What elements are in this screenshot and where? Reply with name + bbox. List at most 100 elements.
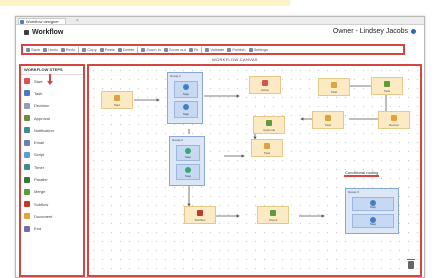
- node-icon: [384, 81, 390, 87]
- node-group-1[interactable]: Group 1 Step Step: [167, 72, 203, 124]
- script-icon: [24, 151, 30, 158]
- step-icon: [185, 167, 191, 173]
- palette-item-document[interactable]: Document: [21, 210, 83, 222]
- toolbar-label: Zoom in: [146, 47, 161, 52]
- delete-icon: [117, 47, 122, 52]
- app-header: Workflow Owner - Lindsey Jacobs: [16, 25, 424, 41]
- toolbar-label: Validate: [210, 47, 225, 52]
- node-icon: [325, 115, 331, 121]
- toolbar-label: Redo: [65, 47, 76, 52]
- group-step[interactable]: Step: [176, 164, 200, 180]
- node-label: Review: [389, 123, 399, 127]
- step-palette: WORKFLOW STEPS Start Task Decision Approval…: [19, 64, 85, 277]
- node-subflow[interactable]: Subflow: [184, 206, 216, 224]
- tab-workflow-designer[interactable]: Workflow designer: [18, 18, 66, 24]
- node-start[interactable]: Start: [101, 91, 133, 109]
- menu-icon[interactable]: [24, 30, 29, 35]
- palette-item-email[interactable]: Email: [21, 136, 83, 148]
- node-group-3[interactable]: Group 3 Step Step: [345, 188, 399, 234]
- toolbar-separator: [78, 46, 80, 53]
- toolbar-button-paste[interactable]: Paste: [99, 47, 115, 52]
- palette-item-notification[interactable]: Notification: [21, 124, 83, 136]
- palette-item-script[interactable]: Script: [21, 149, 83, 161]
- start-icon: [24, 78, 30, 85]
- gear-icon: [248, 47, 253, 52]
- toolbar-label: Zoom out: [168, 47, 186, 52]
- palette-item-label: End: [34, 226, 42, 232]
- palette-item-task[interactable]: Task: [21, 87, 83, 99]
- toolbar-button-validate[interactable]: Validate: [205, 47, 224, 52]
- palette-item-subflow[interactable]: Subflow: [21, 198, 83, 210]
- palette-title: WORKFLOW STEPS: [21, 66, 83, 75]
- palette-item-end[interactable]: End: [21, 223, 83, 235]
- toolbar-button-publish[interactable]: Publish: [227, 47, 246, 52]
- node-task-b[interactable]: Task: [371, 77, 403, 95]
- toolbar-button-copy[interactable]: Copy: [82, 47, 97, 52]
- palette-item-label: Approval: [34, 115, 50, 121]
- toolbar-button-zoom-in[interactable]: Zoom in: [141, 47, 161, 52]
- toolbar-button-delete[interactable]: Delete: [117, 47, 134, 52]
- group-step[interactable]: Step: [174, 81, 198, 98]
- paste-icon: [99, 47, 104, 52]
- palette-item-label: Notification: [34, 127, 54, 133]
- copy-icon: [82, 47, 87, 52]
- step-label: Step: [184, 174, 192, 178]
- palette-item-label: Task: [34, 90, 43, 96]
- palette-item-label: Parallel: [34, 177, 48, 183]
- step-label: Step: [182, 112, 190, 116]
- group-title: Group 3: [348, 190, 359, 194]
- step-label: Step: [369, 222, 377, 226]
- step-icon: [183, 104, 189, 110]
- email-icon: [24, 139, 30, 146]
- toolbar-label: Settings: [253, 47, 268, 52]
- node-task-d[interactable]: Task: [251, 139, 283, 157]
- toolbar-label: Save: [31, 47, 41, 52]
- fit-icon: [188, 47, 193, 52]
- node-label: Task: [324, 123, 332, 127]
- app-window: Workflow designer × Workflow Owner - Lin…: [15, 16, 425, 278]
- group-step[interactable]: Step: [176, 145, 200, 161]
- group-step[interactable]: Step: [352, 197, 394, 211]
- decision-icon: [24, 102, 30, 109]
- node-red-action[interactable]: Action: [249, 76, 281, 94]
- palette-item-timer[interactable]: Timer: [21, 161, 83, 173]
- trash-icon[interactable]: [407, 259, 415, 269]
- notification-icon: [24, 127, 30, 134]
- palette-item-decision[interactable]: Decision: [21, 100, 83, 112]
- zoom-in-icon: [141, 47, 146, 52]
- palette-item-merge[interactable]: Merge: [21, 186, 83, 198]
- parallel-icon: [24, 176, 30, 183]
- redo-icon: [60, 47, 65, 52]
- node-task-a[interactable]: Task: [318, 78, 350, 96]
- node-icon: [266, 120, 272, 126]
- node-group-2[interactable]: Group 2 Step Step: [169, 136, 205, 186]
- node-task-c[interactable]: Task: [312, 111, 344, 129]
- node-check[interactable]: Check: [257, 206, 289, 224]
- user-menu[interactable]: Owner - Lindsey Jacobs: [333, 28, 416, 35]
- node-icon: [262, 80, 268, 86]
- palette-item-approval[interactable]: Approval: [21, 112, 83, 124]
- node-review[interactable]: Review: [378, 111, 410, 129]
- close-icon[interactable]: ×: [76, 18, 79, 24]
- toolbar-button-undo[interactable]: Undo: [43, 47, 58, 52]
- toolbar-button-redo[interactable]: Redo: [60, 47, 76, 52]
- drag-arrow-icon: [47, 74, 53, 85]
- annotation-label: Conditional routing: [344, 170, 380, 177]
- palette-item-parallel[interactable]: Parallel: [21, 173, 83, 185]
- workflow-canvas[interactable]: Start Action Task Task Approval Task Review Tas…: [87, 64, 422, 277]
- merge-icon: [24, 188, 30, 195]
- approval-icon: [24, 115, 30, 122]
- group-step[interactable]: Step: [174, 101, 198, 118]
- group-step[interactable]: Step: [352, 214, 394, 228]
- toolbar-button-fit[interactable]: Fit: [188, 47, 199, 52]
- toolbar-button-zoom-out[interactable]: Zoom out: [163, 47, 186, 52]
- toolbar-button-save[interactable]: Save: [26, 47, 40, 52]
- toolbar-label: Fit: [193, 47, 199, 52]
- avatar: [411, 29, 416, 34]
- node-icon: [331, 82, 337, 88]
- palette-item-label: Script: [34, 152, 45, 158]
- node-approval[interactable]: Approval: [253, 116, 285, 134]
- toolbar-button-settings[interactable]: Settings: [248, 47, 268, 52]
- save-icon: [26, 47, 30, 52]
- node-icon: [197, 210, 203, 216]
